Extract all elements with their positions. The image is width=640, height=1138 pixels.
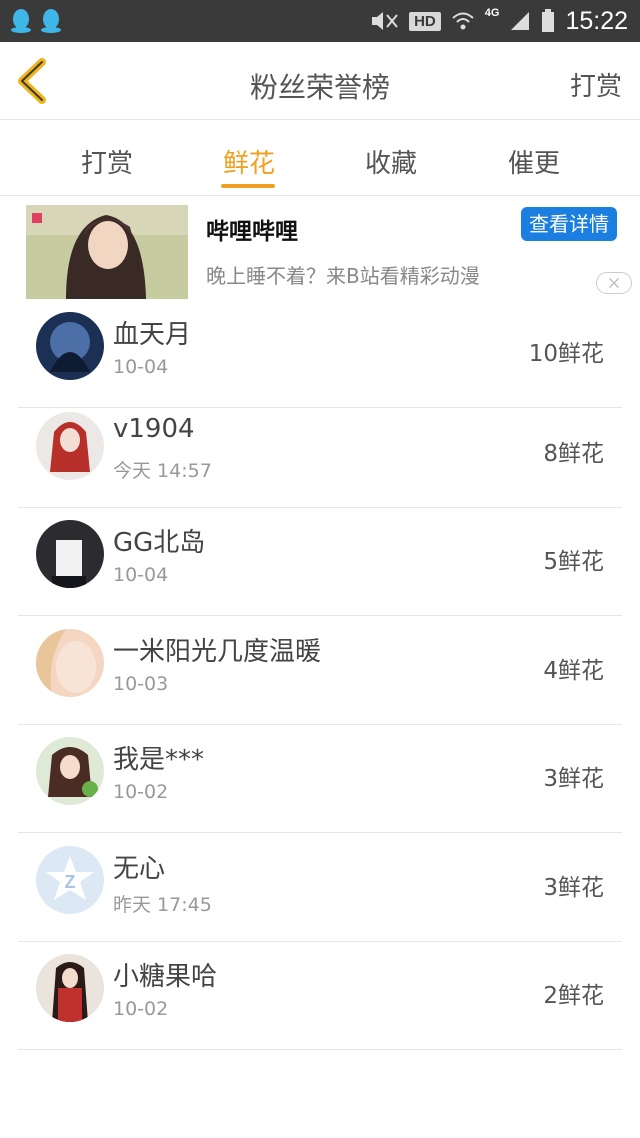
avatar: [36, 312, 104, 380]
fan-row[interactable]: 小糖果哈 10-02 2鲜花: [18, 942, 622, 1050]
flower-count: 10鲜花: [528, 341, 604, 367]
ad-title: 哔哩哔哩: [206, 219, 298, 245]
avatar: [36, 629, 104, 697]
tip-button[interactable]: 打赏: [570, 66, 622, 103]
system-icons: HD 4G 15:22: [369, 0, 628, 42]
fan-row[interactable]: Z 无心 昨天 17:45 3鲜花: [18, 834, 622, 942]
qq-icon: [41, 9, 61, 33]
fan-date: 10-03: [113, 673, 169, 695]
fan-name: 小糖果哈: [113, 962, 218, 992]
ad-close-icon[interactable]: [596, 272, 632, 294]
fan-date: 10-04: [113, 564, 169, 586]
hd-badge: HD: [409, 11, 441, 31]
tab-flowers[interactable]: 鲜花: [189, 143, 309, 180]
fan-name: v1904: [113, 414, 195, 444]
flower-count: 5鲜花: [543, 549, 604, 575]
fan-name: 无心: [113, 854, 166, 884]
fan-row[interactable]: GG北岛 10-04 5鲜花: [18, 508, 622, 616]
status-bar: HD 4G 15:22: [0, 0, 640, 42]
avatar: [36, 412, 104, 480]
fan-row[interactable]: v1904 今天 14:57 8鲜花: [18, 400, 622, 508]
flower-count: 2鲜花: [543, 983, 604, 1009]
fan-date: 10-02: [113, 781, 169, 803]
clock: 15:22: [565, 6, 628, 35]
flower-count: 3鲜花: [543, 766, 604, 792]
tab-urge-update[interactable]: 催更: [474, 143, 594, 180]
fan-row[interactable]: 我是*** 10-02 3鲜花: [18, 725, 622, 833]
tab-bar: 打赏 鲜花 收藏 催更: [0, 121, 640, 196]
page-title: 粉丝荣誉榜: [249, 71, 390, 104]
ad-banner[interactable]: 哔哩哔哩 晚上睡不着？来B站看精彩动漫 查看详情: [0, 198, 640, 302]
fan-date: 10-04: [113, 356, 169, 378]
fan-date: 昨天 17:45: [113, 894, 212, 916]
tab-favorites[interactable]: 收藏: [331, 143, 451, 180]
active-tab-indicator: [221, 184, 275, 188]
mute-icon: [372, 12, 398, 30]
flower-count: 8鲜花: [543, 441, 604, 467]
fan-name: 血天月: [113, 320, 192, 350]
fan-name: 一米阳光几度温暖: [113, 637, 322, 667]
network-type: 4G: [484, 7, 500, 19]
fan-date: 10-02: [113, 998, 169, 1020]
svg-text:Z: Z: [65, 872, 76, 892]
signal-icon: [511, 12, 530, 30]
avatar: [36, 737, 104, 805]
notification-icons: [10, 8, 62, 34]
flower-count: 3鲜花: [543, 875, 604, 901]
battery-icon: [542, 9, 555, 32]
ad-details-button[interactable]: 查看详情: [521, 207, 617, 241]
ad-description: 晚上睡不着？来B站看精彩动漫: [206, 264, 480, 288]
fan-name: GG北岛: [113, 528, 206, 558]
avatar: Z: [36, 846, 104, 914]
avatar: [36, 954, 104, 1022]
flower-count: 4鲜花: [543, 658, 604, 684]
qq-icon: [11, 9, 31, 33]
ad-thumbnail-image: [26, 205, 188, 299]
avatar: [36, 520, 104, 588]
fan-row[interactable]: 一米阳光几度温暖 10-03 4鲜花: [18, 617, 622, 725]
tab-tip[interactable]: 打赏: [47, 143, 167, 180]
fan-date: 今天 14:57: [113, 460, 212, 482]
wifi-icon: [452, 12, 474, 30]
fan-name: 我是***: [113, 745, 205, 775]
fan-row[interactable]: 血天月 10-04 10鲜花: [18, 300, 622, 408]
nav-bar: 粉丝荣誉榜 打赏: [0, 42, 640, 120]
